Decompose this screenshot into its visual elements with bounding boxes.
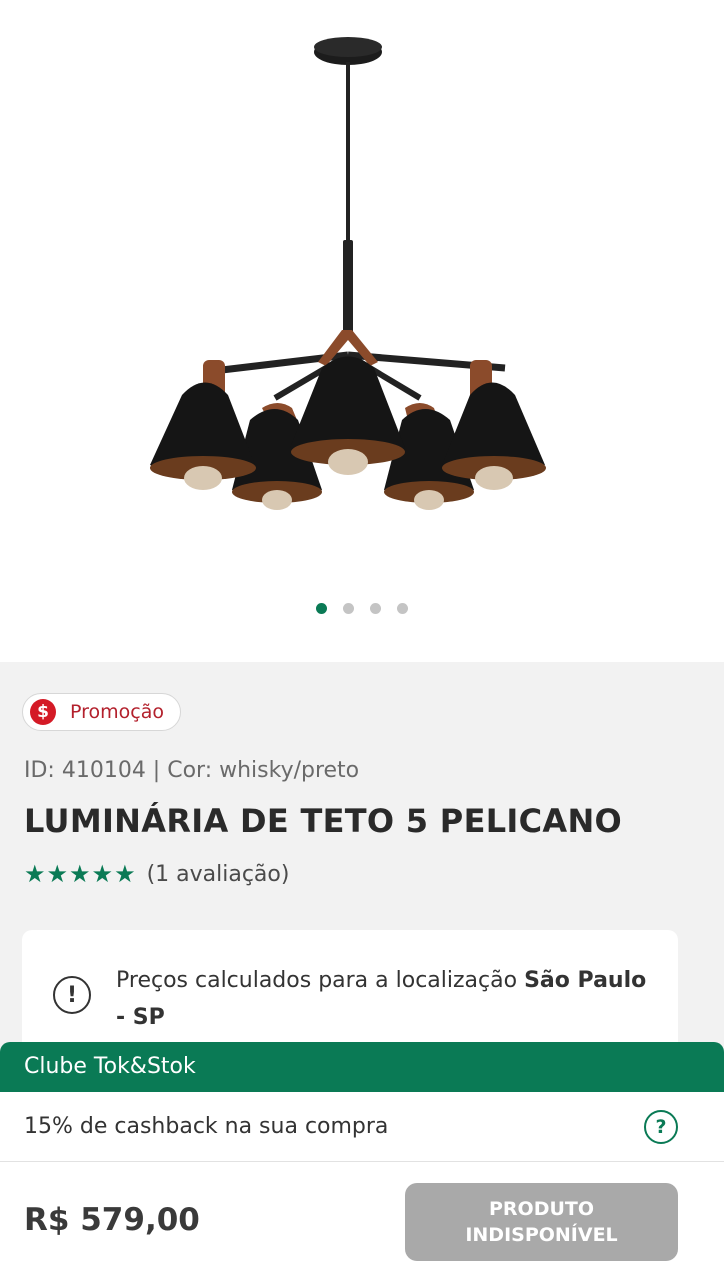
product-gallery[interactable] [0,0,724,662]
rating-count[interactable]: (1 avaliação) [147,862,290,887]
product-rating[interactable]: ★★★★★ (1 avaliação) [24,860,289,888]
product-image[interactable] [0,0,724,590]
cashback-row: 15% de cashback na sua compra ? [0,1092,724,1162]
promo-label: Promoção [70,701,164,723]
price-bar: R$ 579,00 PRODUTO INDISPONÍVEL [0,1162,724,1280]
gallery-dot[interactable] [370,603,381,614]
unavailable-button[interactable]: PRODUTO INDISPONÍVEL [405,1183,678,1261]
dollar-icon: $ [30,699,56,725]
gallery-dot[interactable] [343,603,354,614]
product-title: LUMINÁRIA DE TETO 5 PELICANO [24,802,623,840]
help-icon[interactable]: ? [644,1109,678,1144]
location-text: Preços calculados para a localização São… [116,962,656,1036]
cashback-text: 15% de cashback na sua compra [24,1114,389,1139]
product-meta: ID: 410104 | Cor: whisky/preto [24,758,360,783]
product-price: R$ 579,00 [24,1202,200,1238]
gallery-dot[interactable] [397,603,408,614]
gallery-dot[interactable] [316,603,327,614]
product-info: $ Promoção ID: 410104 | Cor: whisky/pret… [0,662,724,1082]
promo-badge: $ Promoção [22,693,181,731]
star-icons: ★★★★★ [24,860,137,888]
gallery-dots[interactable] [0,603,724,614]
alert-icon: ! [53,976,91,1014]
club-header: Clube Tok&Stok [0,1042,724,1092]
location-message: Preços calculados para a localização [116,968,518,993]
